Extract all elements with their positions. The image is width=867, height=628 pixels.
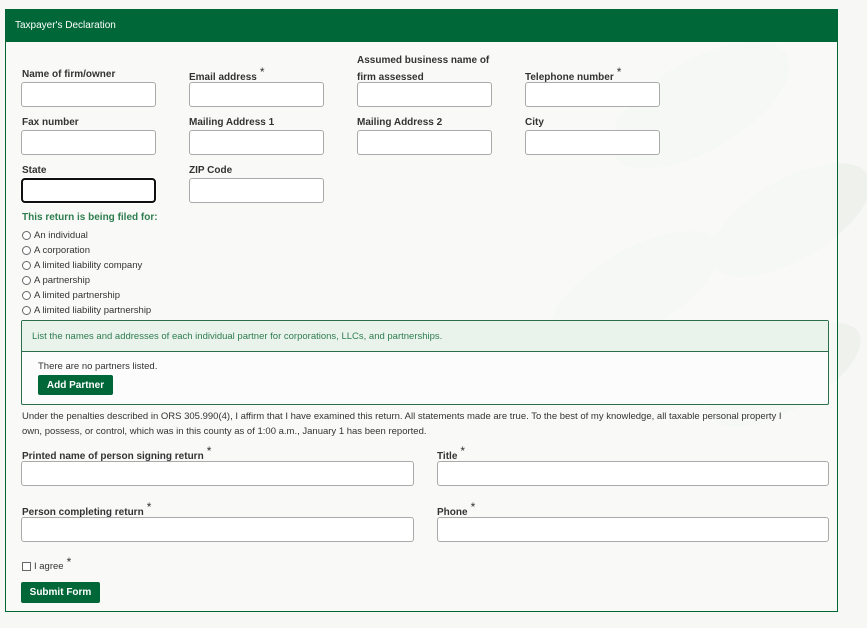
- radio-icon[interactable]: [22, 306, 31, 315]
- telephone-input[interactable]: [525, 82, 660, 107]
- panel-header: Taxpayer's Declaration: [6, 10, 837, 42]
- label-assumed-business-name: Assumed business name of firm assessed: [357, 55, 490, 83]
- declaration-text: Under the penalties described in ORS 305…: [22, 411, 782, 437]
- mailing-address-2-input[interactable]: [357, 130, 492, 155]
- label-phone: Phone *: [437, 500, 476, 518]
- printed-name-input[interactable]: [21, 461, 414, 486]
- zip-code-input[interactable]: [189, 178, 324, 203]
- label-printed-name: Printed name of person signing return *: [22, 444, 212, 462]
- fax-input[interactable]: [21, 130, 156, 155]
- radio-llc[interactable]: A limited liability company: [22, 260, 142, 271]
- state-input[interactable]: [20, 177, 157, 204]
- label-mailing-address-1: Mailing Address 1: [189, 117, 275, 128]
- label-city: City: [525, 117, 544, 128]
- radio-individual[interactable]: An individual: [22, 230, 88, 241]
- label-mailing-address-2: Mailing Address 2: [357, 117, 443, 128]
- radio-icon[interactable]: [22, 261, 31, 270]
- radio-partnership[interactable]: A partnership: [22, 275, 90, 286]
- city-input[interactable]: [525, 130, 660, 155]
- radio-limited-partnership[interactable]: A limited partnership: [22, 290, 120, 301]
- assumed-business-name-input[interactable]: [357, 82, 492, 107]
- partners-instruction: List the names and addresses of each ind…: [22, 321, 828, 352]
- no-partners-text: There are no partners listed.: [38, 361, 158, 372]
- label-name-of-firm: Name of firm/owner: [22, 69, 116, 80]
- agree-checkbox[interactable]: [22, 561, 31, 571]
- mailing-address-1-input[interactable]: [189, 130, 324, 155]
- required-mark: *: [66, 555, 72, 569]
- label-email: Email address *: [189, 65, 265, 83]
- filing-type-title: This return is being filed for:: [22, 212, 158, 223]
- radio-icon[interactable]: [22, 246, 31, 255]
- label-person-completing: Person completing return *: [22, 500, 152, 518]
- label-fax: Fax number: [22, 117, 79, 128]
- radio-llp[interactable]: A limited liability partnership: [22, 305, 151, 316]
- label-state: State: [22, 165, 47, 176]
- partners-box: List the names and addresses of each ind…: [21, 320, 829, 405]
- add-partner-button[interactable]: Add Partner: [38, 375, 113, 395]
- agree-checkbox-row[interactable]: I agree *: [22, 555, 71, 573]
- agree-label: I agree: [34, 560, 64, 572]
- title-input[interactable]: [437, 461, 829, 486]
- radio-icon[interactable]: [22, 231, 31, 240]
- label-title: Title *: [437, 444, 466, 462]
- submit-form-button[interactable]: Submit Form: [21, 582, 100, 603]
- name-of-firm-input[interactable]: [21, 82, 156, 107]
- label-zip: ZIP Code: [189, 165, 233, 176]
- person-completing-input[interactable]: [21, 517, 414, 542]
- label-telephone: Telephone number *: [525, 65, 622, 83]
- email-input[interactable]: [189, 82, 324, 107]
- radio-icon[interactable]: [22, 291, 31, 300]
- radio-corporation[interactable]: A corporation: [22, 245, 90, 256]
- taxpayer-declaration-panel: Taxpayer's Declaration Name of firm/owne…: [5, 9, 838, 612]
- phone-input[interactable]: [437, 517, 829, 542]
- radio-icon[interactable]: [22, 276, 31, 285]
